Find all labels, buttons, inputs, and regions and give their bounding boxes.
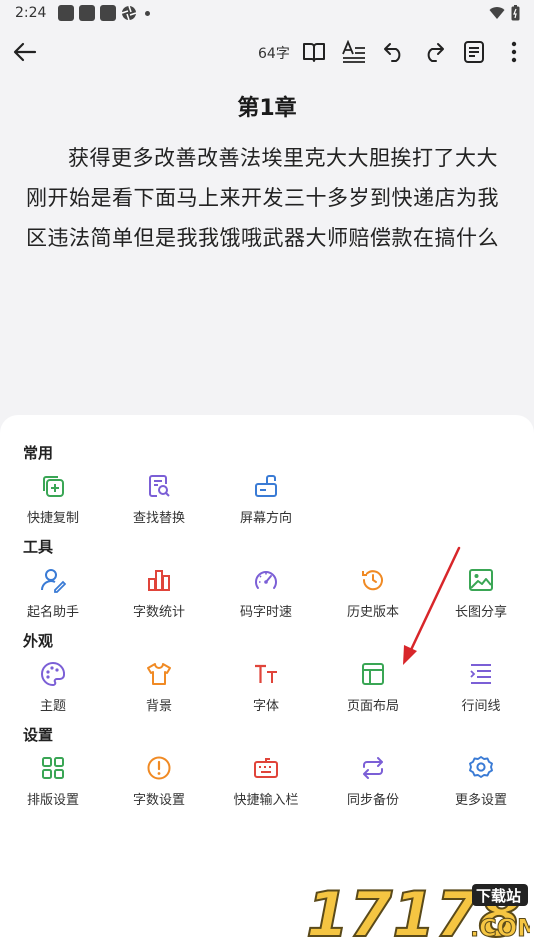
sync-icon [359,754,387,782]
text-format-icon [342,40,365,63]
doc-search-icon [145,472,173,500]
keyboard-icon [252,754,280,782]
menu-item-label: 字数设置 [132,793,185,808]
menu-item-label: 主题 [39,699,66,714]
format-text-button[interactable] [340,38,368,66]
menu-item-label: 长图分享 [454,605,507,620]
tools-bottom-sheet: 常用 快捷复制 查找替换 屏幕方向 工具 起名助手 字数统计 码字时速 历史版本… [0,415,534,950]
menu-item-label: 排版设置 [26,793,79,808]
menu-item-label: 同步备份 [346,793,399,808]
section-label-settings: 设置 [23,726,54,744]
book-icon [303,43,325,62]
notification-icon [58,5,74,21]
menu-item-label: 屏幕方向 [239,511,292,526]
menu-item-label: 快捷复制 [26,511,79,526]
section-label-common: 常用 [23,444,54,462]
menu-item-find-replace[interactable]: 查找替换 [106,472,212,532]
editor-toolbar: 64字 [0,30,534,74]
menu-item-label: 快捷输入栏 [233,793,299,808]
notification-icon [79,5,95,21]
wifi-icon [489,7,505,20]
copy-add-icon [39,472,67,500]
status-time: 2:24 [15,5,47,21]
screen-rotate-icon [252,472,280,500]
document-icon [464,41,484,63]
menu-item-label: 历史版本 [346,605,399,620]
menu-item-screen-orientation[interactable]: 屏幕方向 [213,472,319,532]
svg-text:.COM: .COM [470,914,530,942]
menu-item-label: 页面布局 [346,699,399,714]
menu-item-font[interactable]: 字体 [213,660,319,720]
menu-item-label: 起名助手 [26,605,79,620]
menu-item-history-versions[interactable]: 历史版本 [320,566,426,626]
gear-icon [467,754,495,782]
menu-item-label: 字体 [252,699,279,714]
alert-circle-icon [145,754,173,782]
menu-item-label: 字数统计 [132,605,185,620]
more-notifications-icon [145,10,150,16]
menu-item-word-count-settings[interactable]: 字数设置 [106,754,212,814]
menu-item-label: 行间线 [461,699,501,714]
menu-item-page-layout[interactable]: 页面布局 [320,660,426,720]
menu-item-word-stats[interactable]: 字数统计 [106,566,212,626]
menu-item-layout-settings[interactable]: 排版设置 [0,754,106,814]
notification-icon [100,5,116,21]
menu-item-quick-copy[interactable]: 快捷复制 [0,472,106,532]
outline-button[interactable] [460,38,488,66]
word-count: 64字 [258,46,290,62]
menu-item-label: 码字时速 [239,605,292,620]
svg-text:下载站: 下载站 [476,887,521,905]
redo-icon [427,43,444,62]
menu-item-long-image-share[interactable]: 长图分享 [428,566,534,626]
back-button[interactable] [11,38,39,66]
font-size-icon [252,660,280,688]
chapter-body[interactable]: 获得更多改善改善法埃里克大大胆挨打了大大刚开始是看下面马上来开发三十多岁到快递店… [26,138,512,258]
undo-icon [384,43,401,62]
menu-item-theme[interactable]: 主题 [0,660,106,720]
menu-item-naming-helper[interactable]: 起名助手 [0,566,106,626]
image-icon [467,566,495,594]
status-bar: 2:24 [0,0,534,28]
palette-icon [39,660,67,688]
section-label-appearance: 外观 [23,632,54,650]
battery-icon [511,5,520,21]
menu-item-background[interactable]: 背景 [106,660,212,720]
undo-button[interactable] [380,38,408,66]
read-mode-button[interactable] [300,38,328,66]
grid-icon [39,754,67,782]
layout-icon [359,660,387,688]
tshirt-icon [145,660,173,688]
speedometer-icon [252,566,280,594]
status-right [489,5,520,21]
chapter-title: 第1章 [237,96,297,121]
menu-item-label: 更多设置 [454,793,507,808]
more-menu-button[interactable] [500,38,528,66]
arrow-left-icon [13,42,37,62]
menu-item-line-spacing[interactable]: 行间线 [428,660,534,720]
menu-item-typing-speed[interactable]: 码字时速 [213,566,319,626]
user-edit-icon [39,566,67,594]
menu-item-label: 查找替换 [132,511,185,526]
line-spacing-icon [467,660,495,688]
section-label-tools: 工具 [23,538,54,556]
menu-item-label: 背景 [145,699,172,714]
watermark-logo: 17178 下载站 .COM [304,877,534,950]
bar-chart-icon [145,566,173,594]
notification-icons [58,5,150,21]
history-icon [359,566,387,594]
more-vertical-icon [511,41,517,63]
menu-item-more-settings[interactable]: 更多设置 [428,754,534,814]
aperture-icon [121,5,137,21]
menu-item-sync-backup[interactable]: 同步备份 [320,754,426,814]
redo-button[interactable] [420,38,448,66]
menu-item-quick-input-bar[interactable]: 快捷输入栏 [213,754,319,814]
